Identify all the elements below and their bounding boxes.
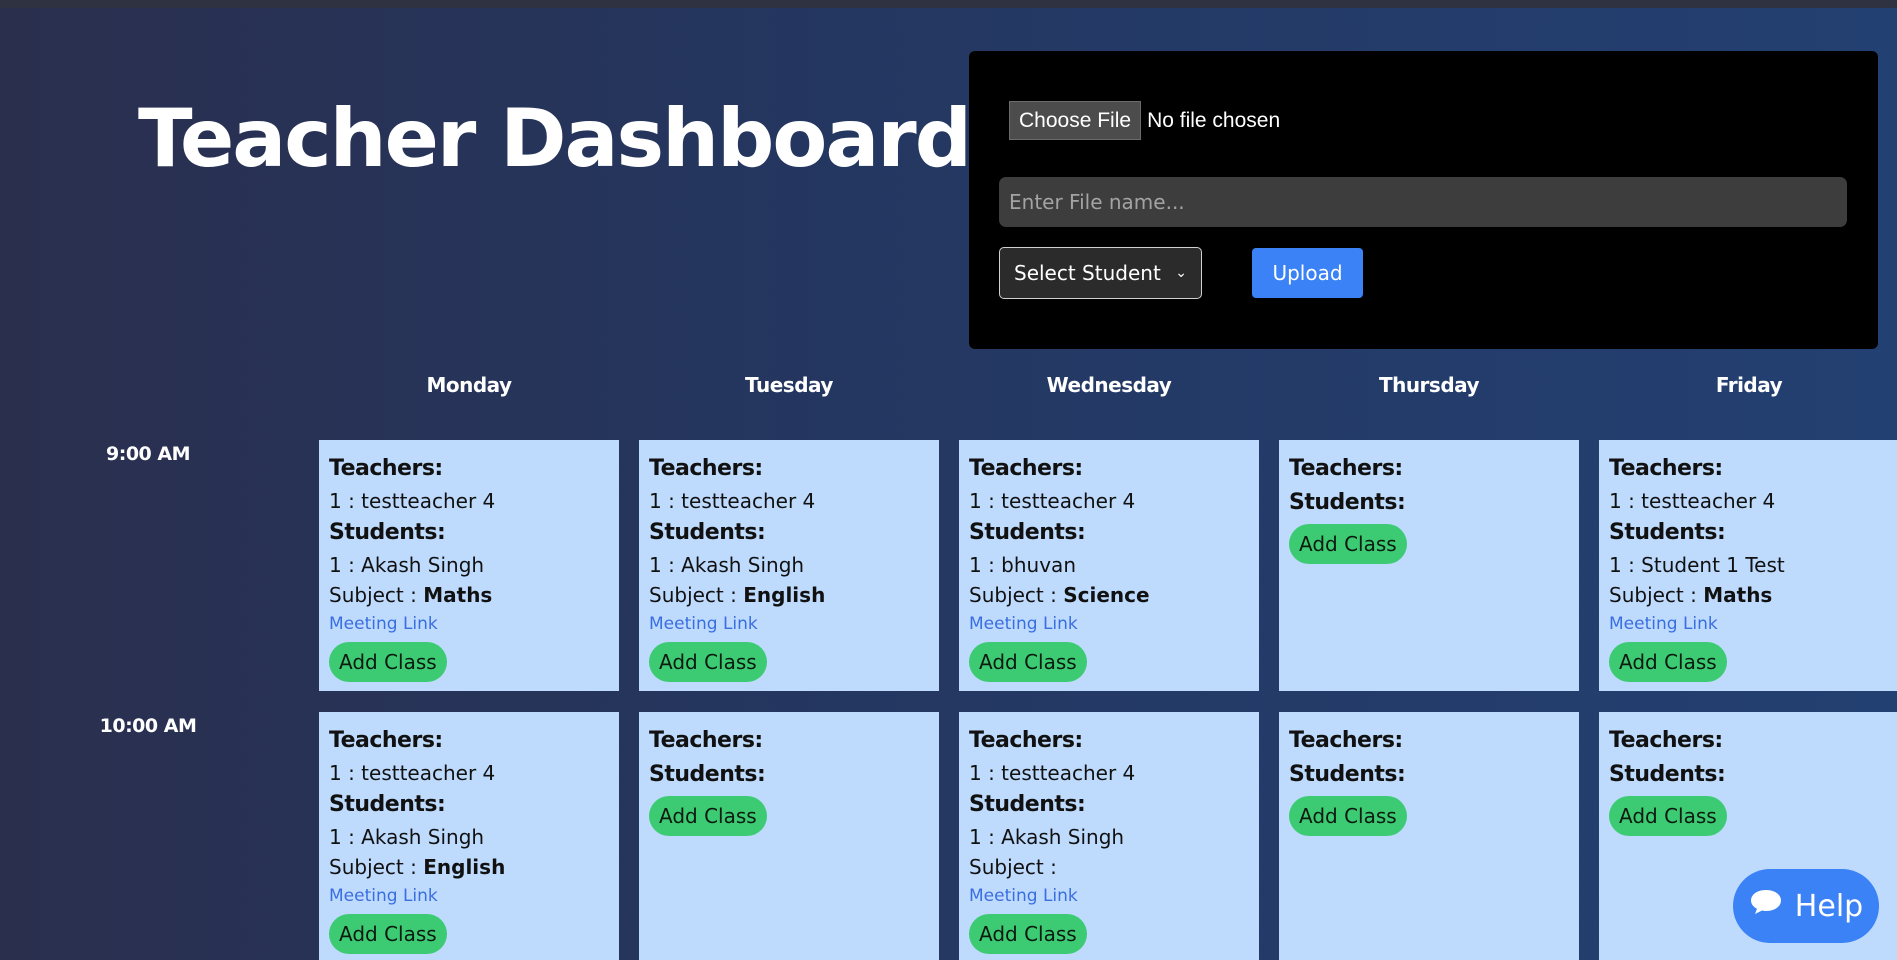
teacher-entry: 1 : testteacher 4 — [329, 761, 496, 785]
teachers-heading: Teachers: — [649, 728, 763, 753]
meeting-link[interactable]: Meeting Link — [329, 610, 609, 638]
time-slot-label: 9:00 AM — [106, 443, 191, 465]
students-heading: Students: — [1609, 520, 1726, 545]
schedule-cell: Teachers: 1 : testteacher 4 Students: 1 : A… — [959, 712, 1259, 960]
teacher-entry: 1 : testteacher 4 — [1609, 489, 1776, 513]
add-class-button[interactable]: Add Class — [329, 642, 447, 682]
add-class-button[interactable]: Add Class — [1289, 524, 1407, 564]
subject-row: Subject : English — [329, 852, 609, 882]
students-heading: Students: — [649, 520, 766, 545]
subject-value: Maths — [423, 583, 493, 607]
subject-label: Subject : — [329, 855, 417, 879]
teachers-heading: Teachers: — [969, 728, 1083, 753]
subject-row: Subject : English — [649, 580, 929, 610]
day-header-friday: Friday — [1715, 373, 1783, 397]
upload-panel: Choose File No file chosen Select Studen… — [969, 51, 1878, 349]
subject-value: Science — [1063, 583, 1150, 607]
add-class-button[interactable]: Add Class — [969, 642, 1087, 682]
student-entry: 1 : bhuvan — [969, 553, 1076, 577]
students-heading: Students: — [1289, 490, 1406, 515]
chevron-down-icon: ⌄ — [1175, 265, 1187, 281]
subject-label: Subject : — [649, 583, 737, 607]
subject-value: Maths — [1703, 583, 1773, 607]
chat-bubble-icon — [1749, 887, 1783, 925]
student-entry: 1 : Akash Singh — [969, 825, 1125, 849]
day-header-tuesday: Tuesday — [745, 373, 833, 397]
students-heading: Students: — [649, 762, 766, 787]
subject-row: Subject : Maths — [329, 580, 609, 610]
teachers-heading: Teachers: — [1289, 456, 1403, 481]
subject-label: Subject : — [1609, 583, 1697, 607]
upload-button[interactable]: Upload — [1252, 248, 1363, 298]
file-chooser: Choose File No file chosen — [1009, 101, 1280, 140]
schedule-cell: Teachers: 1 : testteacher 4 Students: 1 : A… — [639, 440, 939, 691]
file-status-text: No file chosen — [1147, 108, 1281, 132]
select-student-label: Select Student — [1014, 261, 1161, 285]
meeting-link[interactable]: Meeting Link — [1609, 610, 1889, 638]
student-entry: 1 : Student 1 Test — [1609, 553, 1785, 577]
students-heading: Students: — [1289, 762, 1406, 787]
subject-row: Subject : Science — [969, 580, 1249, 610]
students-heading: Students: — [969, 792, 1086, 817]
top-strip — [0, 0, 1897, 8]
schedule-cell: Teachers: 1 : testteacher 4 Students: 1 : b… — [959, 440, 1259, 691]
add-class-button[interactable]: Add Class — [329, 914, 447, 954]
select-student-dropdown[interactable]: Select Student ⌄ — [999, 247, 1202, 299]
teachers-heading: Teachers: — [969, 456, 1083, 481]
help-button[interactable]: Help — [1733, 869, 1879, 943]
subject-value: English — [743, 583, 826, 607]
teachers-heading: Teachers: — [1609, 456, 1723, 481]
meeting-link[interactable]: Meeting Link — [969, 882, 1249, 910]
subject-row: Subject : Maths — [1609, 580, 1889, 610]
add-class-button[interactable]: Add Class — [1609, 796, 1727, 836]
file-name-input[interactable] — [999, 177, 1847, 227]
day-header-thursday: Thursday — [1378, 373, 1480, 397]
teachers-heading: Teachers: — [649, 456, 763, 481]
schedule-cell: Teachers: Students: Add Class — [1279, 440, 1579, 691]
teacher-entry: 1 : testteacher 4 — [329, 489, 496, 513]
student-entry: 1 : Akash Singh — [329, 825, 485, 849]
teacher-entry: 1 : testteacher 4 — [969, 761, 1136, 785]
add-class-button[interactable]: Add Class — [1289, 796, 1407, 836]
subject-label: Subject : — [969, 583, 1057, 607]
schedule-cell: Teachers: 1 : testteacher 4 Students: 1 : S… — [1599, 440, 1897, 691]
subject-label: Subject : — [329, 583, 417, 607]
students-heading: Students: — [969, 520, 1086, 545]
teachers-heading: Teachers: — [329, 456, 443, 481]
add-class-button[interactable]: Add Class — [649, 796, 767, 836]
choose-file-button[interactable]: Choose File — [1009, 101, 1142, 140]
add-class-button[interactable]: Add Class — [1609, 642, 1727, 682]
day-header-monday: Monday — [426, 373, 512, 397]
subject-row: Subject : — [969, 852, 1249, 882]
student-entry: 1 : Akash Singh — [329, 553, 485, 577]
teachers-heading: Teachers: — [1609, 728, 1723, 753]
schedule-cell: Teachers: Students: Add Class — [639, 712, 939, 960]
meeting-link[interactable]: Meeting Link — [969, 610, 1249, 638]
time-slot-label: 10:00 AM — [99, 715, 197, 737]
subject-value: English — [423, 855, 506, 879]
schedule-cell: Teachers: Students: Add Class — [1279, 712, 1579, 960]
meeting-link[interactable]: Meeting Link — [329, 882, 609, 910]
teachers-heading: Teachers: — [329, 728, 443, 753]
teachers-heading: Teachers: — [1289, 728, 1403, 753]
students-heading: Students: — [329, 792, 446, 817]
add-class-button[interactable]: Add Class — [969, 914, 1087, 954]
add-class-button[interactable]: Add Class — [649, 642, 767, 682]
teacher-entry: 1 : testteacher 4 — [649, 489, 816, 513]
student-entry: 1 : Akash Singh — [649, 553, 805, 577]
teacher-entry: 1 : testteacher 4 — [969, 489, 1136, 513]
schedule-cell: Teachers: 1 : testteacher 4 Students: 1 : A… — [319, 440, 619, 691]
subject-label: Subject : — [969, 855, 1057, 879]
students-heading: Students: — [329, 520, 446, 545]
students-heading: Students: — [1609, 762, 1726, 787]
day-header-wednesday: Wednesday — [1046, 373, 1172, 397]
meeting-link[interactable]: Meeting Link — [649, 610, 929, 638]
page-title: Teacher Dashboard — [138, 92, 972, 185]
help-label: Help — [1794, 888, 1864, 924]
schedule-cell: Teachers: 1 : testteacher 4 Students: 1 : A… — [319, 712, 619, 960]
